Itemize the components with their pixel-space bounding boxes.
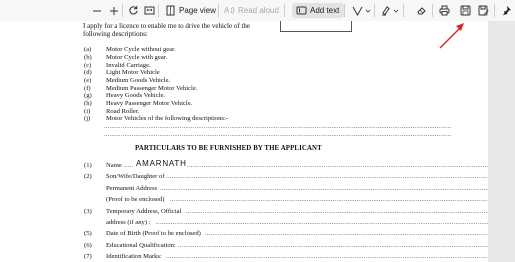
toolbar-divider <box>432 4 433 17</box>
list-item: Motor Vehicles of the following descript… <box>106 115 229 122</box>
list-item-marker: (h) <box>84 100 92 107</box>
intro-text: following descriptions: <box>83 30 148 38</box>
education-label: Educational Qualification: <box>106 242 176 249</box>
dotted-line: ........................................… <box>166 173 488 180</box>
print-icon <box>439 5 450 16</box>
section-heading: PARTICULARS TO BE FURNISHED BY THE APPLI… <box>135 145 322 152</box>
draw-button[interactable] <box>352 3 371 18</box>
dotted-line: ........................................… <box>160 185 488 192</box>
list-item: Motor Cycle with gear. <box>106 54 168 61</box>
page-view-icon <box>166 5 175 16</box>
toolbar-divider <box>374 4 375 17</box>
proof-note: (Proof to be enclosed) <box>106 196 165 203</box>
chevron-down-icon <box>393 9 399 13</box>
dob-label: Date of Birth (Proof to be enclosed) <box>106 230 201 237</box>
field-number: (5) <box>84 230 92 237</box>
chevron-down-icon <box>365 9 371 13</box>
print-button[interactable] <box>439 3 450 18</box>
list-item: Light Motor Vehicle <box>106 69 160 76</box>
list-item: Motor Cycle without gear. <box>106 46 176 53</box>
rotate-icon <box>129 6 138 15</box>
read-aloud-button[interactable]: A Read aloud <box>224 3 279 18</box>
dotted-line: ........................................… <box>205 230 488 237</box>
list-item: Heavy Passenger Motor Vehicle. <box>106 100 193 107</box>
draw-icon <box>352 6 363 16</box>
dotted-line: ........................................… <box>166 253 488 260</box>
field-number: (2) <box>84 173 92 180</box>
plus-icon <box>110 6 118 15</box>
scroll-gutter[interactable] <box>488 21 515 262</box>
toolbar-divider <box>494 4 495 17</box>
svg-text:A: A <box>224 6 230 15</box>
save-as-icon <box>478 5 489 16</box>
pin-button[interactable] <box>501 3 512 18</box>
text-box-annotation[interactable] <box>280 21 352 32</box>
list-item-marker: (e) <box>84 77 92 84</box>
read-aloud-label: Read aloud <box>238 6 279 15</box>
save-icon <box>460 5 471 16</box>
toolbar-divider <box>122 4 123 17</box>
rotate-button[interactable] <box>128 3 139 18</box>
dotted-line: ........................................… <box>156 219 488 226</box>
save-as-button[interactable] <box>478 3 489 18</box>
identification-label: Identification Marks: <box>106 253 162 260</box>
zoom-in-button[interactable] <box>109 3 119 18</box>
list-item-marker: (j) <box>84 115 91 122</box>
dotted-line: ........................................… <box>104 131 452 138</box>
toolbar-divider <box>158 4 159 17</box>
parent-label: Son/Wife/Daughter of <box>106 173 165 180</box>
pin-icon <box>503 6 511 16</box>
list-item: Medium Goods Vehicle. <box>106 77 171 84</box>
erase-button[interactable] <box>416 3 427 18</box>
highlight-button[interactable] <box>380 3 399 18</box>
field-number: (6) <box>84 242 92 249</box>
intro-text: I apply for a licence to enable me to dr… <box>83 22 250 30</box>
list-item-marker: (a) <box>84 46 92 53</box>
fit-page-button[interactable] <box>144 3 155 18</box>
field-number: (3) <box>84 208 92 215</box>
save-button[interactable] <box>460 3 471 18</box>
pdf-page: I apply for a licence to enable me to dr… <box>0 21 488 262</box>
dotted-line: ........................................… <box>178 242 488 249</box>
dotted-line: ........................................… <box>187 162 488 169</box>
add-text-label: Add text <box>310 6 340 15</box>
add-text-button[interactable]: Add text <box>292 3 345 18</box>
add-text-icon <box>296 6 307 15</box>
name-value: AMARNATH <box>136 159 187 168</box>
fit-page-icon <box>144 6 155 15</box>
toolbar-divider <box>284 4 285 17</box>
dotted-leader: ..... <box>124 162 134 169</box>
dotted-line: ........................................… <box>104 123 452 130</box>
list-item-marker: (b) <box>84 54 92 61</box>
read-aloud-icon: A <box>224 6 235 15</box>
list-item: Heavy Goods Vehicle. <box>106 92 166 99</box>
list-item-marker: (g) <box>84 92 92 99</box>
field-number: (1) <box>84 162 92 169</box>
eraser-icon <box>417 7 426 15</box>
toolbar-divider <box>218 4 219 17</box>
minus-icon <box>93 10 101 11</box>
list-item-marker: (d) <box>84 69 92 76</box>
page-view-button[interactable]: Page view <box>165 3 216 18</box>
field-number: (7) <box>84 253 92 260</box>
page-view-label: Page view <box>179 6 216 15</box>
official-address-label: address (if any) : <box>106 219 151 226</box>
toolbar-divider <box>403 4 404 17</box>
pdf-toolbar: Page view A Read aloud Add text <box>0 0 515 22</box>
dotted-line: ........................................… <box>186 208 488 215</box>
permanent-address-label: Permanent Address <box>106 185 158 192</box>
toolbar-divider <box>344 4 345 17</box>
dotted-line: ........................................… <box>170 196 488 203</box>
zoom-out-button[interactable] <box>92 3 102 18</box>
highlight-icon <box>382 6 390 16</box>
name-label: Name <box>106 162 122 169</box>
temporary-address-label: Temporary Address, Official <box>106 208 182 215</box>
